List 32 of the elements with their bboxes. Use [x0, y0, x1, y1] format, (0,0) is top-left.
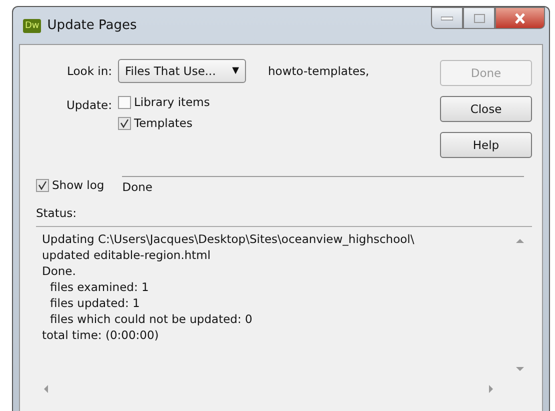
- minimize-icon: [441, 16, 453, 20]
- log-line: Done.: [42, 263, 76, 279]
- log-line: files examined: 1: [49, 279, 149, 295]
- scroll-up-icon[interactable]: [516, 239, 524, 244]
- checkmark-icon: [120, 118, 129, 128]
- dialog-button[interactable]: Close: [440, 96, 532, 122]
- look-in-dropdown[interactable]: Files That Use... ▼: [118, 59, 246, 83]
- log-line: Updating C:\Users\Jacques\Desktop\Sites\oceanview_highschool\: [42, 231, 414, 247]
- close-button[interactable]: [495, 7, 545, 29]
- show-log-checkbox[interactable]: Show log: [36, 178, 104, 192]
- window-title: Update Pages: [47, 18, 137, 33]
- look-in-label: Look in:: [66, 64, 112, 78]
- update-checkbox[interactable]: Library items: [118, 95, 210, 109]
- maximize-icon: [474, 14, 484, 22]
- dialog-button[interactable]: Help: [440, 132, 532, 158]
- scroll-left-icon[interactable]: [44, 385, 49, 393]
- checkmark-icon: [38, 180, 47, 190]
- update-checkbox[interactable]: Templates: [118, 116, 210, 130]
- status-label: Status:: [36, 206, 78, 220]
- log-line: total time: (0:00:00): [42, 327, 159, 343]
- update-label: Update:: [65, 97, 112, 112]
- template-name: howto-templates,: [268, 64, 370, 78]
- scroll-right-icon[interactable]: [489, 385, 494, 393]
- log-line: files updated: 1: [49, 295, 140, 311]
- close-icon: [514, 12, 526, 24]
- log-summary-field: Done: [122, 176, 524, 194]
- log-line: updated editable-region.html: [42, 247, 211, 263]
- scroll-down-icon[interactable]: [516, 367, 524, 372]
- minimize-button[interactable]: [431, 7, 463, 29]
- log-line: files which could not be updated: 0: [49, 311, 252, 327]
- app-badge: Dw: [23, 18, 42, 32]
- maximize-button[interactable]: [463, 7, 495, 29]
